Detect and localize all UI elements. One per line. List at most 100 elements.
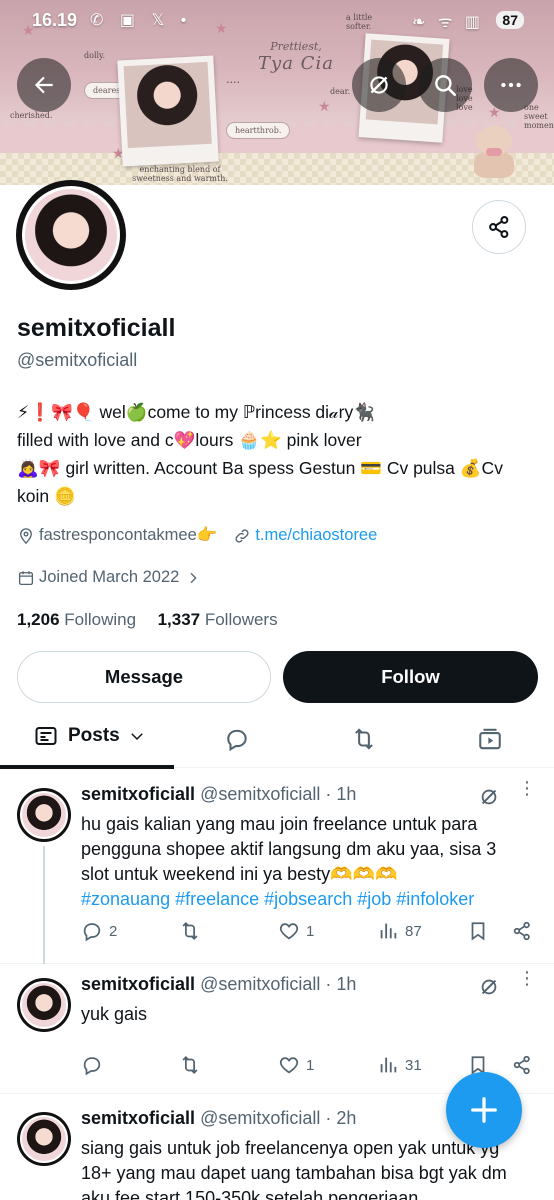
post-time: · 1h xyxy=(325,974,357,994)
share-icon xyxy=(489,216,509,238)
like-count: 1 xyxy=(306,1056,315,1074)
profile-website-link[interactable]: t.me/chiaostoree xyxy=(255,526,377,545)
compose-post-button[interactable] xyxy=(446,1072,522,1148)
chevron-right-icon xyxy=(190,572,197,583)
repost-button[interactable] xyxy=(179,1054,207,1076)
post-author-handle: @semitxoficiall xyxy=(200,784,321,804)
views-chart-icon xyxy=(380,1057,397,1073)
more-options-button[interactable] xyxy=(484,58,538,112)
reply-button[interactable]: 2 xyxy=(81,920,117,942)
followers-link[interactable]: 1,337 Followers xyxy=(158,610,278,629)
post-more-icon[interactable]: ⋮ xyxy=(518,779,536,797)
notification-icons: ✆ ▣ 𝕏 • xyxy=(90,12,193,29)
share-icon xyxy=(513,921,530,941)
post-header: semitxoficiall @semitxoficiall · 1h xyxy=(81,974,356,995)
profile-meta-row: fastresponcontakmee👉 t.me/chiaostoree xyxy=(17,526,377,545)
grok-icon xyxy=(370,76,388,94)
following-count: 1,206 xyxy=(17,610,60,629)
share-profile-button[interactable] xyxy=(472,200,526,254)
following-link[interactable]: 1,206 Following xyxy=(17,610,136,629)
bio-line: ⚡❗🎀🎈 wel🍏come to my ℙrincess di𝒶ry🐈‍⬛ xyxy=(17,402,376,422)
share-post-button[interactable] xyxy=(511,1054,539,1076)
grok-button[interactable] xyxy=(352,58,406,112)
like-button[interactable]: 1 xyxy=(278,920,314,942)
banner-text: .... xyxy=(226,73,240,86)
profile-handle: @semitxoficiall xyxy=(17,350,138,370)
post-avatar[interactable] xyxy=(17,788,71,842)
tab-media-icon[interactable] xyxy=(477,726,503,752)
views-chart-icon xyxy=(380,923,397,939)
message-button[interactable]: Message xyxy=(17,651,271,703)
repost-icon xyxy=(182,1055,198,1075)
post-body: siang gais untuk job freelancenya open y… xyxy=(81,1138,507,1200)
profile-avatar[interactable] xyxy=(16,180,126,290)
post-author-name[interactable]: semitxoficiall xyxy=(81,784,195,804)
tab-posts-label: Posts xyxy=(68,725,120,746)
tab-posts[interactable]: Posts xyxy=(34,724,156,748)
post-hashtags[interactable]: #zonauang #freelance #jobsearch #job #in… xyxy=(81,889,474,909)
thread-line xyxy=(43,846,45,964)
search-icon xyxy=(435,75,457,97)
teddy-bear-decoration xyxy=(470,122,518,178)
post-actions: 2 1 87 xyxy=(81,920,541,944)
post-more-icon[interactable]: ⋮ xyxy=(518,969,536,987)
profile-joined-date: Joined March 2022 xyxy=(39,568,180,586)
post-text: siang gais untuk job freelancenya open y… xyxy=(81,1136,521,1200)
profile-location: fastresponcontakmee👉 xyxy=(39,526,218,544)
views-button[interactable]: 87 xyxy=(377,920,422,942)
follow-counts: 1,206 Following 1,337 Followers xyxy=(17,610,278,630)
view-count: 87 xyxy=(405,922,422,940)
reply-count: 2 xyxy=(109,922,118,940)
repost-button[interactable] xyxy=(179,920,207,942)
back-button[interactable] xyxy=(17,58,71,112)
search-button[interactable] xyxy=(418,58,472,112)
status-time: 16.19 xyxy=(32,10,78,30)
repost-icon xyxy=(182,921,198,941)
reply-icon xyxy=(83,923,101,942)
profile-display-name: semitxoficiall xyxy=(17,314,176,342)
banner-title: Prettiest, Tya Cia xyxy=(240,40,352,74)
post-time: · 2h xyxy=(325,1108,357,1128)
reply-icon xyxy=(83,1057,101,1076)
tab-reposts-icon[interactable] xyxy=(351,726,377,752)
banner-text: one sweet moment xyxy=(524,103,554,130)
tab-replies-icon[interactable] xyxy=(224,726,250,752)
post-avatar[interactable] xyxy=(17,1112,71,1166)
post-header: semitxoficiall @semitxoficiall · 2h xyxy=(81,1108,356,1129)
share-post-button[interactable] xyxy=(511,920,539,942)
view-count: 31 xyxy=(405,1056,422,1074)
banner-title-line2: Tya Cia xyxy=(258,53,334,74)
banner-tag: heartthrob. xyxy=(226,122,291,139)
banner-polaroid-photo xyxy=(117,55,219,167)
post-author-name[interactable]: semitxoficiall xyxy=(81,1108,195,1128)
views-button[interactable]: 31 xyxy=(377,1054,422,1076)
like-button[interactable]: 1 xyxy=(278,1054,314,1076)
banner-text: enchanting blend of sweetness and warmth… xyxy=(132,165,228,183)
calendar-icon xyxy=(18,570,34,585)
follow-button[interactable]: Follow xyxy=(283,651,538,703)
post-header: semitxoficiall @semitxoficiall · 1h xyxy=(81,784,356,805)
reply-button[interactable] xyxy=(81,1054,109,1076)
profile-joined-row[interactable]: Joined March 2022 xyxy=(17,568,205,587)
grok-icon[interactable] xyxy=(478,976,500,998)
profile-tabs: Posts xyxy=(0,712,554,769)
active-tab-indicator xyxy=(0,765,174,769)
post-body: yuk gais xyxy=(81,1004,148,1024)
status-bar: 16.19 ✆ ▣ 𝕏 • ❧ ᯤ ▥ 87 xyxy=(0,0,554,44)
posts-feed-icon xyxy=(35,727,57,745)
grok-icon[interactable] xyxy=(478,786,500,808)
like-count: 1 xyxy=(306,922,315,940)
share-icon xyxy=(513,1055,530,1075)
plus-icon xyxy=(471,1097,497,1123)
post-author-handle: @semitxoficiall xyxy=(200,974,321,994)
arrow-left-icon xyxy=(34,76,53,94)
post-avatar[interactable] xyxy=(17,978,71,1032)
bookmark-button[interactable] xyxy=(467,920,495,942)
post-item[interactable]: semitxoficiall @semitxoficiall · 1h ⋮ hu… xyxy=(0,770,554,964)
post-text: hu gais kalian yang mau join freelance u… xyxy=(81,812,521,912)
more-horizontal-icon xyxy=(501,82,521,88)
bookmark-icon xyxy=(471,922,485,941)
following-label: Following xyxy=(64,610,137,629)
link-icon xyxy=(235,528,249,543)
post-author-name[interactable]: semitxoficiall xyxy=(81,974,195,994)
